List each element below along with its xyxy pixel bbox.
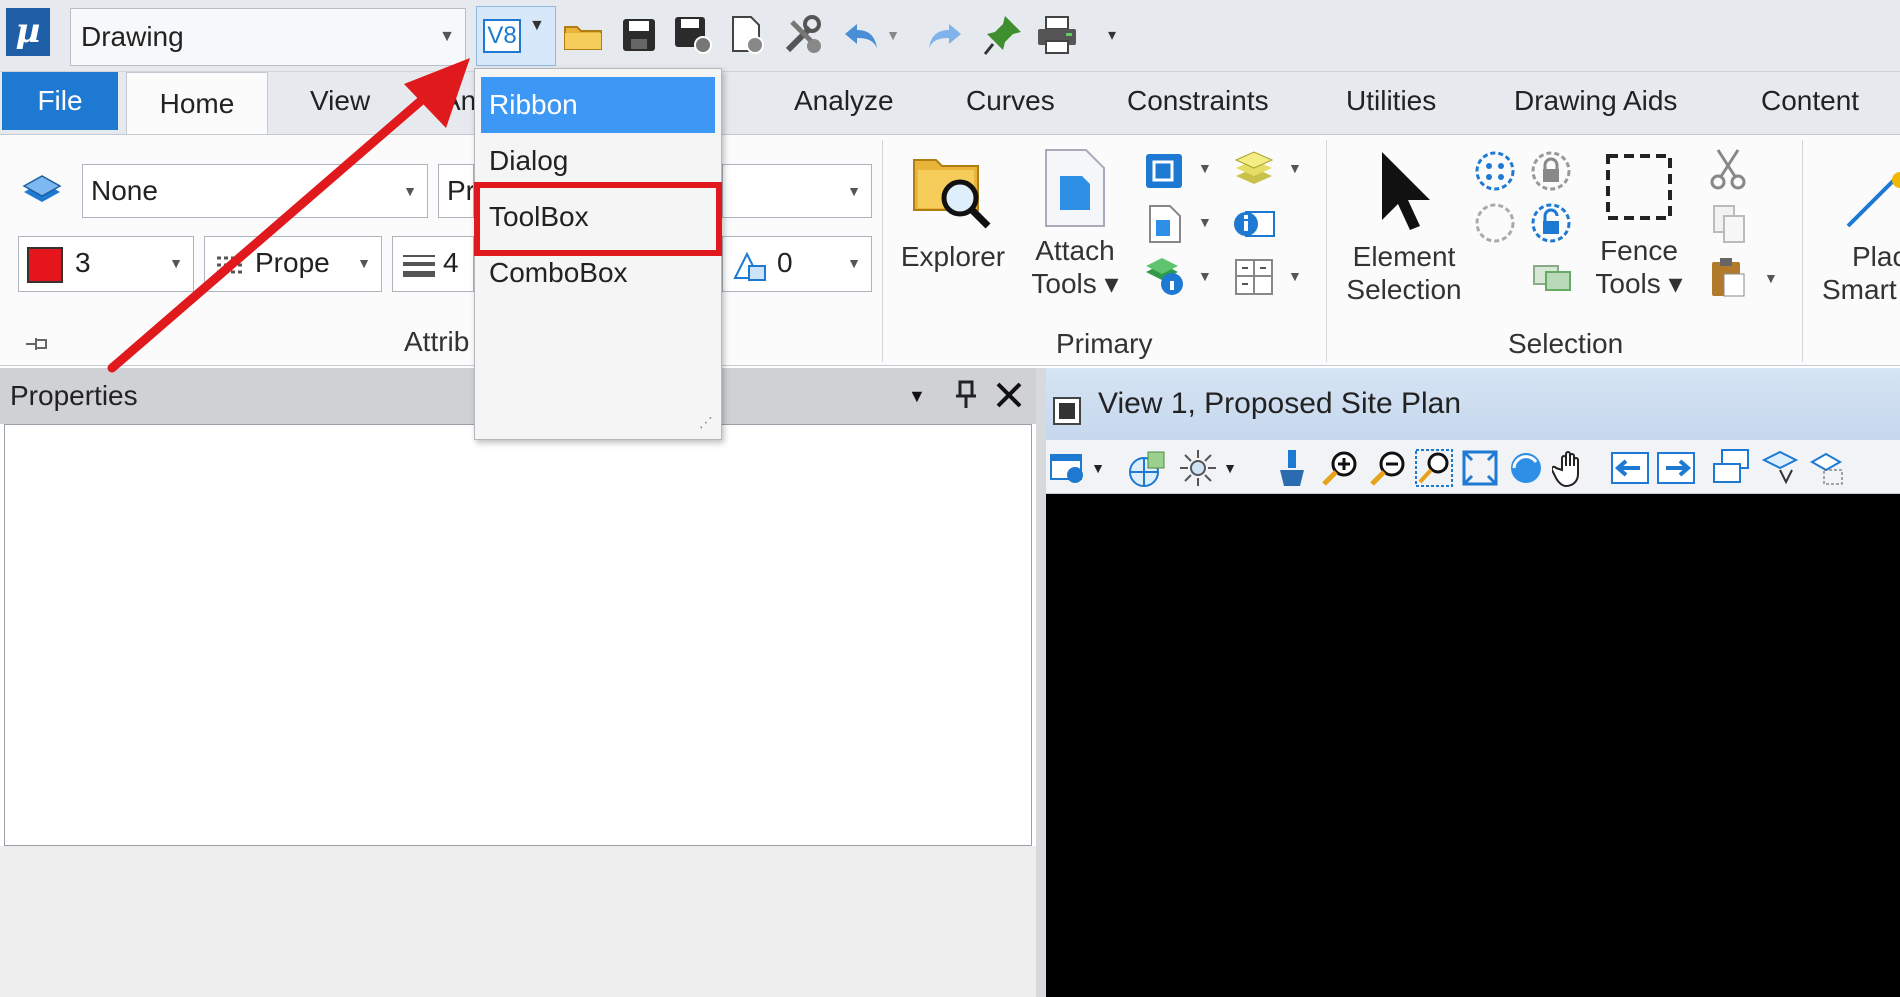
annotation-arrow (107, 58, 470, 373)
